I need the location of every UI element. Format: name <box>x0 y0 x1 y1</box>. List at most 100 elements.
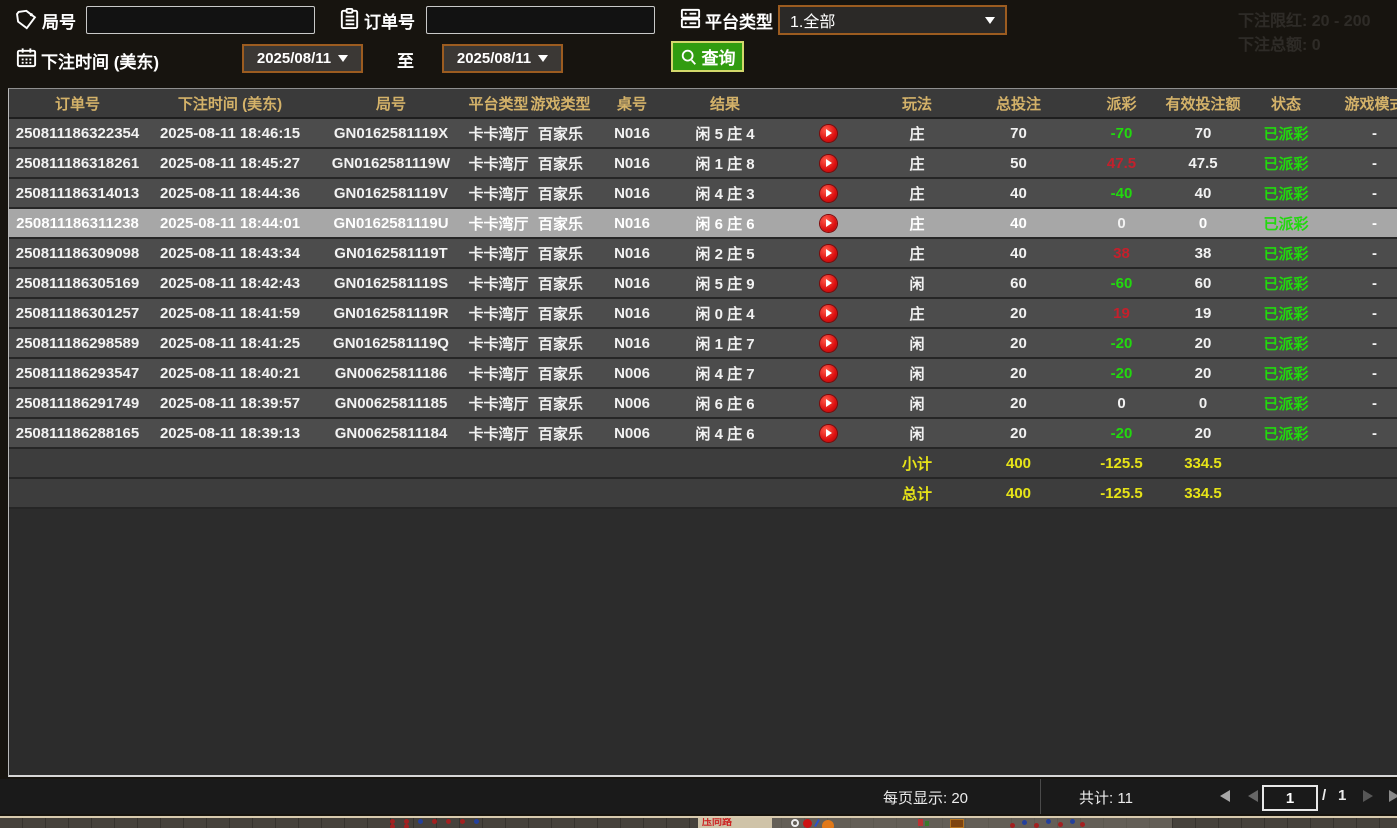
cell-payout: -20 <box>1081 418 1162 449</box>
cell-status: 已派彩 <box>1244 358 1328 389</box>
cell-order-no: 250811186293547 <box>9 358 146 389</box>
table-row[interactable]: 250811186293547 2025-08-11 18:40:21 GN0062… <box>9 358 1397 389</box>
cell-status: 已派彩 <box>1244 298 1328 329</box>
cell-game-type: 百家乐 <box>529 118 592 149</box>
search-icon <box>681 49 696 65</box>
cell-status: 已派彩 <box>1244 148 1328 179</box>
cell-status: 已派彩 <box>1244 268 1328 299</box>
bet-records-screen: { "filters": { "game_no_label": "局号", "g… <box>0 0 1397 828</box>
cell-game-type: 百家乐 <box>529 298 592 329</box>
background-game-strip: 压同路 <box>0 818 1397 828</box>
cell-payout: 19 <box>1081 298 1162 329</box>
play-video-icon[interactable] <box>819 244 837 262</box>
cell-status: 已派彩 <box>1244 388 1328 419</box>
table-row[interactable]: 250811186311238 2025-08-11 18:44:01 GN0162… <box>9 208 1397 239</box>
platform-type-select[interactable]: 1.全部 <box>778 5 1007 35</box>
table-row[interactable]: 250811186288165 2025-08-11 18:39:13 GN0062… <box>9 418 1397 449</box>
cell-platform: 卡卡湾厅 <box>468 328 529 359</box>
per-page-label: 每页显示: 20 <box>883 790 969 807</box>
records-table-panel: 订单号 下注时间 (美东) 局号 平台类型 游戏类型 桌号 结果 玩法 总投注 … <box>8 88 1397 777</box>
cell-game-type: 百家乐 <box>529 268 592 299</box>
table-row[interactable]: 250811186291749 2025-08-11 18:39:57 GN0062… <box>9 388 1397 419</box>
cell-total-bet: 40 <box>956 208 1081 239</box>
cell-platform: 卡卡湾厅 <box>468 358 529 389</box>
page-separator: / <box>1322 787 1327 804</box>
table-header-row: 订单号 下注时间 (美东) 局号 平台类型 游戏类型 桌号 结果 玩法 总投注 … <box>9 89 1397 119</box>
table-row[interactable]: 250811186298589 2025-08-11 18:41:25 GN0162… <box>9 328 1397 359</box>
prev-page-icon[interactable] <box>1248 790 1258 802</box>
page-input[interactable] <box>1262 785 1318 811</box>
date-from-picker[interactable]: 2025/08/11 <box>242 44 363 73</box>
cell-bet-time: 2025-08-11 18:45:27 <box>146 148 314 179</box>
play-video-icon[interactable] <box>819 304 837 322</box>
background-window-edge <box>1040 779 1041 814</box>
cell-bet-time: 2025-08-11 18:46:15 <box>146 118 314 149</box>
cell-result: 闲 6 庄 6 <box>672 388 778 419</box>
play-video-icon[interactable] <box>819 364 837 382</box>
last-page-icon[interactable] <box>1389 790 1397 802</box>
records-body: 250811186322354 2025-08-11 18:46:15 GN0162… <box>9 118 1397 449</box>
cell-platform: 卡卡湾厅 <box>468 238 529 269</box>
cell-game-type: 百家乐 <box>529 358 592 389</box>
col-game-mode: 游戏模式 <box>1328 89 1397 119</box>
first-page-icon[interactable] <box>1220 790 1230 802</box>
date-to-picker[interactable]: 2025/08/11 <box>442 44 563 73</box>
cell-valid-bet: 60 <box>1162 268 1244 299</box>
play-video-icon[interactable] <box>819 394 837 412</box>
bead-dot <box>404 824 409 828</box>
cell-result: 闲 1 庄 8 <box>672 148 778 179</box>
col-status: 状态 <box>1244 89 1328 119</box>
cell-total-bet: 40 <box>956 238 1081 269</box>
next-page-icon[interactable] <box>1363 790 1373 802</box>
play-video-icon[interactable] <box>819 124 837 142</box>
platform-selected-value: 1.全部 <box>790 14 836 31</box>
cell-game-no: GN0162581119S <box>314 268 468 299</box>
table-row[interactable]: 250811186318261 2025-08-11 18:45:27 GN0162… <box>9 148 1397 179</box>
cell-play: 闲 <box>878 268 956 299</box>
subtotal-row: 小计 400 -125.5 334.5 <box>9 448 1397 479</box>
table-row[interactable]: 250811186322354 2025-08-11 18:46:15 GN0162… <box>9 118 1397 149</box>
cell-bet-time: 2025-08-11 18:41:59 <box>146 298 314 329</box>
cell-order-no: 250811186298589 <box>9 328 146 359</box>
table-row[interactable]: 250811186309098 2025-08-11 18:43:34 GN0162… <box>9 238 1397 269</box>
cell-table-no: N016 <box>592 208 672 239</box>
play-video-icon[interactable] <box>819 214 837 232</box>
cell-play: 庄 <box>878 178 956 209</box>
play-video-icon[interactable] <box>819 154 837 172</box>
cell-total-bet: 20 <box>956 388 1081 419</box>
table-row[interactable]: 250811186305169 2025-08-11 18:42:43 GN0162… <box>9 268 1397 299</box>
cell-order-no: 250811186311238 <box>9 208 146 239</box>
table-row[interactable]: 250811186301257 2025-08-11 18:41:59 GN0162… <box>9 298 1397 329</box>
cell-total-bet: 20 <box>956 418 1081 449</box>
replay-cell <box>778 298 878 329</box>
replay-cell <box>778 208 878 239</box>
order-no-input[interactable] <box>426 6 655 34</box>
cell-result: 闲 1 庄 7 <box>672 328 778 359</box>
col-order-no: 订单号 <box>9 89 146 119</box>
cell-status: 已派彩 <box>1244 238 1328 269</box>
col-platform: 平台类型 <box>468 89 529 119</box>
col-game-no: 局号 <box>314 89 468 119</box>
cell-valid-bet: 47.5 <box>1162 148 1244 179</box>
play-video-icon[interactable] <box>819 424 837 442</box>
replay-cell <box>778 388 878 419</box>
col-bet-time: 下注时间 (美东) <box>146 89 314 119</box>
play-video-icon[interactable] <box>819 184 837 202</box>
bead-dot <box>474 819 479 824</box>
play-video-icon[interactable] <box>819 334 837 352</box>
cell-game-no: GN0162581119Q <box>314 328 468 359</box>
play-video-icon[interactable] <box>819 274 837 292</box>
pagination-bar: 每页显示: 20 共计: 11 / 1 <box>0 779 1397 814</box>
cell-valid-bet: 40 <box>1162 178 1244 209</box>
replay-cell <box>778 178 878 209</box>
cell-game-mode: - <box>1328 148 1397 179</box>
cell-game-type: 百家乐 <box>529 208 592 239</box>
bead-dot <box>418 819 423 824</box>
search-button[interactable]: 查询 <box>671 41 744 72</box>
bead-dot <box>1058 822 1063 827</box>
game-no-input[interactable] <box>86 6 315 34</box>
cell-total-bet: 60 <box>956 268 1081 299</box>
table-row[interactable]: 250811186314013 2025-08-11 18:44:36 GN0162… <box>9 178 1397 209</box>
cell-total-bet: 20 <box>956 328 1081 359</box>
cell-game-mode: - <box>1328 358 1397 389</box>
